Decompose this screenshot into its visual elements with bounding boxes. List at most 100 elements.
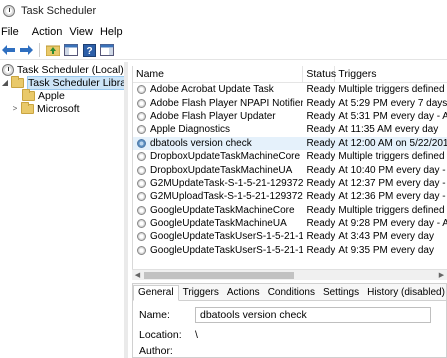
tree-item-label: Apple [38, 89, 65, 102]
tab-conditions[interactable]: Conditions [264, 286, 319, 300]
task-name-cell: G2MUploadTask-S-1-5-21-1293721852... [133, 191, 303, 202]
task-icon [137, 219, 146, 229]
task-icon [137, 232, 146, 242]
task-name: Adobe Flash Player Updater [150, 110, 276, 122]
table-row[interactable]: Adobe Flash Player NPAPI Notifier Ready At… [133, 96, 447, 109]
task-name: GoogleUpdateTaskUserS-1-5-21-12937... [150, 231, 304, 243]
table-row[interactable]: GoogleUpdateTaskUserS-1-5-21-12937...Rea… [133, 230, 447, 243]
task-name: GoogleUpdateTaskMachineUA [150, 218, 287, 230]
svg-text:?: ? [86, 46, 92, 57]
tree-item-root[interactable]: Task Scheduler (Local) [2, 63, 124, 76]
column-header-name[interactable]: Name [133, 66, 304, 82]
name-row: Name: dbatools version check [139, 307, 431, 323]
task-triggers: At 5:29 PM every 7 days - Af [338, 97, 447, 109]
menu-view[interactable]: View [69, 26, 100, 38]
tree-item-apple[interactable]: Apple [22, 88, 65, 102]
task-name-cell: GoogleUpdateTaskMachineUA [133, 218, 303, 229]
table-row[interactable]: GoogleUpdateTaskUserS-1-5-21-12937...Rea… [133, 244, 447, 257]
back-arrow-icon[interactable] [1, 43, 15, 57]
task-triggers: At 12:37 PM every day - Aft [338, 177, 447, 189]
task-icon [137, 192, 146, 202]
tree-item-label: Microsoft [37, 102, 80, 115]
task-name-cell: DropboxUpdateTaskMachineCore [133, 151, 303, 162]
scroll-right-icon[interactable]: ▶ [437, 271, 446, 280]
menu-file[interactable]: File [0, 26, 26, 38]
menu-help[interactable]: Help [100, 26, 130, 38]
task-status: Ready [306, 231, 336, 243]
task-icon [137, 111, 146, 121]
tab-history[interactable]: History (disabled) [363, 286, 447, 300]
show-hide-action-pane-icon[interactable] [100, 43, 114, 57]
task-name: DropboxUpdateTaskMachineUA [150, 164, 293, 176]
name-field[interactable]: dbatools version check [195, 307, 431, 323]
table-row[interactable]: GoogleUpdateTaskMachineUA Ready At 9:28 PM… [133, 217, 447, 230]
task-status: Ready [306, 218, 336, 230]
toolbar: ? [0, 41, 447, 60]
task-icon [137, 98, 146, 108]
task-triggers: At 9:35 PM every day [338, 244, 434, 256]
chevron-right-icon[interactable]: > [11, 104, 19, 113]
title-bar: Task Scheduler [0, 0, 447, 22]
table-row[interactable]: G2MUploadTask-S-1-5-21-1293721852...Read… [133, 190, 447, 203]
task-status: Ready [306, 164, 336, 176]
table-row[interactable]: GoogleUpdateTaskMachineCore Ready Multiple… [133, 204, 447, 217]
author-label: Author: [139, 345, 173, 357]
task-name-cell: dbatools version check [133, 138, 303, 149]
table-row[interactable]: Adobe Acrobat Update Task Ready Multiple t… [133, 83, 447, 96]
chevron-down-icon[interactable]: ◢ [1, 78, 9, 87]
task-icon [137, 125, 146, 135]
task-icon [137, 245, 146, 255]
scrollbar-thumb[interactable] [144, 272, 294, 279]
tab-general[interactable]: General [133, 285, 179, 301]
table-row[interactable]: DropboxUpdateTaskMachineUA Ready At 10:40 … [133, 163, 447, 176]
table-row[interactable]: dbatools version check Ready At 12:00 AM o… [133, 136, 447, 150]
task-name: Adobe Acrobat Update Task [150, 84, 274, 96]
task-status: Ready [306, 110, 336, 122]
tab-actions[interactable]: Actions [223, 286, 264, 300]
task-name-cell: Adobe Flash Player NPAPI Notifier [133, 98, 303, 109]
menu-action[interactable]: Action [32, 26, 70, 38]
tab-settings[interactable]: Settings [319, 286, 363, 300]
task-triggers: At 3:43 PM every day [338, 231, 434, 243]
tree-item-label: Task Scheduler (Local) [17, 63, 124, 76]
horizontal-scrollbar[interactable]: ◀ ▶ [132, 269, 447, 280]
scroll-left-icon[interactable]: ◀ [133, 271, 142, 280]
task-icon [137, 152, 146, 162]
task-status: Ready [306, 137, 336, 149]
task-status: Ready [306, 204, 336, 216]
table-body: Adobe Acrobat Update Task Ready Multiple t… [133, 83, 447, 257]
forward-arrow-icon[interactable] [19, 43, 33, 57]
task-icon [137, 85, 146, 95]
task-name: DropboxUpdateTaskMachineCore [150, 151, 301, 163]
show-hide-console-tree-icon[interactable] [64, 43, 78, 57]
table-row[interactable]: G2MUpdateTask-S-1-5-21-1293721852...Read… [133, 177, 447, 190]
help-icon[interactable]: ? [82, 43, 96, 57]
task-name-cell: GoogleUpdateTaskUserS-1-5-21-12937... [133, 231, 303, 242]
column-header-triggers[interactable]: Triggers [335, 66, 447, 82]
author-row: Author: [139, 345, 195, 357]
console-tree: Task Scheduler (Local) ◢ Task Scheduler … [0, 62, 138, 358]
table-row[interactable]: Adobe Flash Player Updater Ready At 5:31 P… [133, 110, 447, 123]
task-details-panel: General Triggers Actions Conditions Sett… [132, 283, 447, 358]
task-triggers: At 10:40 PM every day - Aft [338, 164, 447, 176]
window-title: Task Scheduler [21, 5, 97, 17]
task-name-cell: GoogleUpdateTaskMachineCore [133, 205, 303, 216]
table-row[interactable]: Apple Diagnostics Ready At 11:35 AM every … [133, 123, 447, 136]
menu-bar: File Action View Help [0, 22, 447, 41]
up-folder-icon[interactable] [46, 43, 60, 57]
location-row: Location: \ [139, 329, 198, 341]
name-label: Name: [139, 309, 170, 321]
task-status: Ready [306, 151, 336, 163]
column-header-status[interactable]: Status [303, 66, 336, 82]
task-name: G2MUpdateTask-S-1-5-21-1293721852... [150, 177, 304, 189]
location-label: Location: [139, 329, 182, 341]
table-row[interactable]: DropboxUpdateTaskMachineCore Ready Multipl… [133, 150, 447, 163]
task-triggers: At 9:28 PM every day - Afte [338, 218, 447, 230]
clock-icon [2, 63, 14, 76]
task-icon [137, 138, 146, 148]
task-triggers: At 12:36 PM every day - Aft [338, 191, 447, 203]
task-triggers: At 12:00 AM on 5/22/2018 - [338, 137, 447, 149]
tree-item-microsoft[interactable]: > Microsoft [11, 101, 80, 115]
tree-item-library[interactable]: ◢ Task Scheduler Library [1, 75, 138, 90]
tab-triggers[interactable]: Triggers [179, 286, 223, 300]
